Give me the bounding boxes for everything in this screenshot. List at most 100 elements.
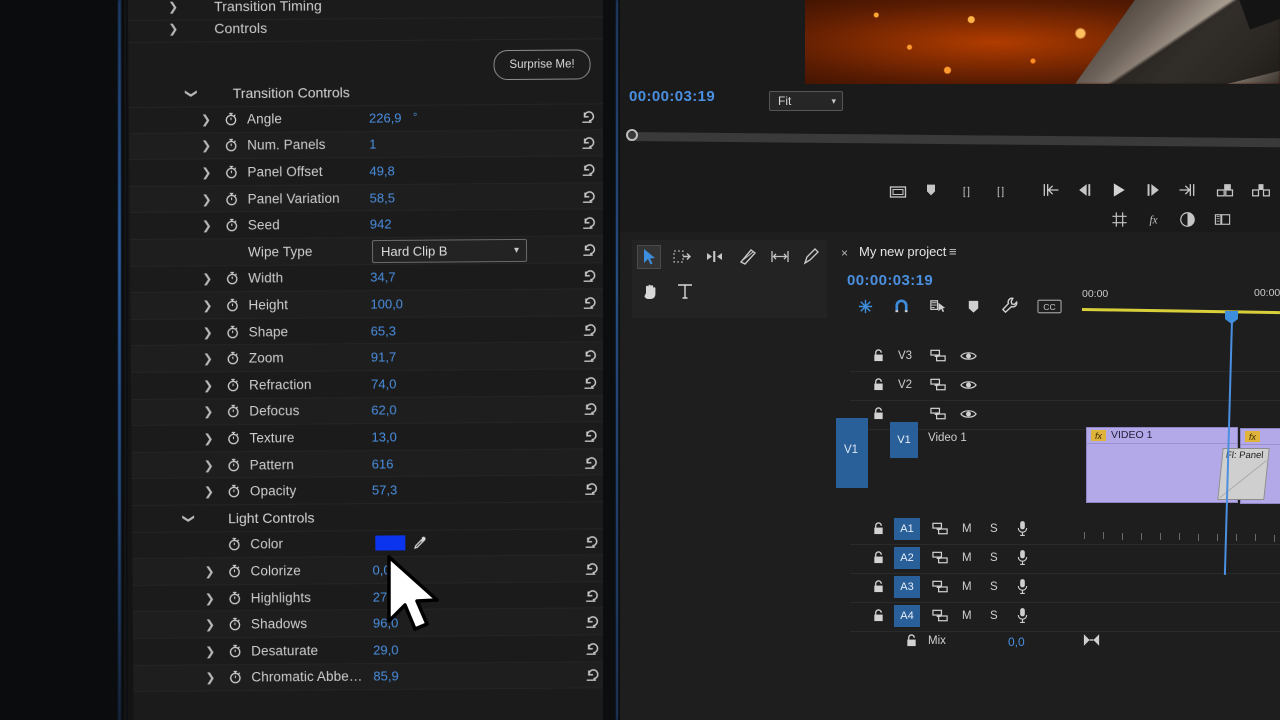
ec-color-swatch[interactable] <box>375 535 406 552</box>
eye-icon[interactable] <box>960 408 977 423</box>
stopwatch-icon[interactable] <box>227 564 241 578</box>
audio-track-target-a2[interactable]: A2 <box>894 547 920 569</box>
stopwatch-icon[interactable] <box>224 112 238 126</box>
ec-wipe-type-select[interactable]: Hard Clip B ▾ <box>371 238 528 264</box>
chevron-right-icon[interactable]: ❯ <box>201 139 211 153</box>
eyedropper-icon[interactable] <box>412 535 428 551</box>
comparison-view-icon[interactable] <box>1178 210 1197 234</box>
lock-icon[interactable] <box>872 407 885 420</box>
stopwatch-icon[interactable] <box>227 538 241 552</box>
ec-row-wipe-type[interactable]: Wipe Type Hard Clip B ▾ <box>129 236 613 267</box>
lock-icon[interactable] <box>872 609 885 622</box>
stopwatch-icon[interactable] <box>227 458 241 472</box>
play-icon[interactable] <box>1108 180 1128 205</box>
selection-tool-icon[interactable] <box>637 245 661 269</box>
ec-property-value[interactable]: 49,8 <box>369 163 394 178</box>
ec-row-color[interactable]: Color <box>132 528 615 560</box>
video-track-name[interactable]: V2 <box>898 379 912 391</box>
chevron-right-icon[interactable]: ❯ <box>203 431 213 445</box>
chevron-right-icon[interactable]: ❯ <box>201 112 211 126</box>
chevron-right-icon[interactable]: ❯ <box>203 405 213 419</box>
reset-parameter-icon[interactable] <box>582 268 598 284</box>
stopwatch-icon[interactable] <box>224 139 238 153</box>
reset-parameter-icon[interactable] <box>583 401 599 417</box>
type-tool-icon[interactable] <box>674 280 696 302</box>
reset-parameter-icon[interactable] <box>585 614 601 630</box>
chevron-right-icon[interactable]: ❯ <box>168 0 178 14</box>
reset-parameter-icon[interactable] <box>581 108 597 124</box>
mute-track-button[interactable]: M <box>962 581 972 593</box>
timeline-tab-label[interactable]: My new project <box>859 244 946 259</box>
stopwatch-icon[interactable] <box>225 298 239 312</box>
ec-property-value[interactable]: 34,7 <box>370 270 395 285</box>
stopwatch-icon[interactable] <box>226 325 240 339</box>
reset-parameter-icon[interactable] <box>584 534 600 550</box>
stopwatch-icon[interactable] <box>225 218 239 232</box>
settings-wrench-icon[interactable] <box>1000 296 1019 320</box>
chevron-right-icon[interactable]: ❯ <box>205 618 215 632</box>
mute-track-button[interactable]: M <box>962 552 972 564</box>
ec-row-highlights[interactable]: ❯ Highlights 27, <box>132 581 615 613</box>
slip-tool-icon[interactable] <box>769 246 791 268</box>
program-monitor-timecode[interactable]: 00:00:03:19 <box>629 88 715 105</box>
ec-row-width[interactable]: ❯ Width 34,7 <box>130 262 613 294</box>
safe-margins-icon[interactable] <box>1110 210 1129 234</box>
lock-icon[interactable] <box>872 522 885 535</box>
ec-section-controls[interactable]: ❯ Controls <box>128 12 611 43</box>
reset-parameter-icon[interactable] <box>585 667 601 683</box>
audio-track-row[interactable]: A2 M S <box>850 545 1280 574</box>
mic-icon[interactable] <box>1016 607 1029 627</box>
ec-property-value[interactable]: 13,0 <box>371 429 396 444</box>
panel-menu-icon[interactable]: ≡ <box>949 244 957 259</box>
ec-row-shadows[interactable]: ❯ Shadows 96,0 <box>132 608 616 640</box>
stopwatch-icon[interactable] <box>228 644 242 658</box>
ec-row-num-panels[interactable]: ❯ Num. Panels 1 <box>129 129 612 161</box>
eye-icon[interactable] <box>960 379 977 394</box>
audio-track-target-a1[interactable]: A1 <box>894 518 920 540</box>
reset-parameter-icon[interactable] <box>582 241 598 257</box>
ec-row-angle[interactable]: ❯ Angle 226,9 ° <box>128 103 612 134</box>
mute-track-button[interactable]: M <box>962 523 972 535</box>
pan-icon[interactable] <box>1082 633 1101 652</box>
marker-sync-icon[interactable] <box>929 298 946 320</box>
ec-row-chromatic-abbe[interactable]: ❯ Chromatic Abbe… 85,9 <box>133 661 616 693</box>
lock-icon[interactable] <box>872 349 885 362</box>
timeline-clip-video1[interactable]: fx VIDEO 1 <box>1086 427 1238 503</box>
eye-icon[interactable] <box>960 350 977 365</box>
lock-icon[interactable] <box>872 551 885 564</box>
ec-row-desaturate[interactable]: ❯ Desaturate 29,0 <box>133 635 616 666</box>
reset-parameter-icon[interactable] <box>582 215 598 231</box>
reset-parameter-icon[interactable] <box>582 188 598 204</box>
chevron-right-icon[interactable]: ❯ <box>205 671 215 685</box>
sync-lock-icon[interactable] <box>930 378 947 395</box>
chevron-right-icon[interactable]: ❯ <box>202 272 212 286</box>
program-monitor-video[interactable] <box>805 0 1280 84</box>
audio-track-row[interactable]: A3 M S <box>850 574 1280 603</box>
mix-value[interactable]: 0,0 <box>1008 635 1025 649</box>
chevron-right-icon[interactable]: ❯ <box>202 192 212 206</box>
ec-property-value[interactable]: 29,0 <box>373 642 398 657</box>
lock-icon[interactable] <box>905 634 918 647</box>
video-track-target-v1[interactable]: V1 <box>890 422 918 458</box>
stopwatch-icon[interactable] <box>224 165 238 179</box>
chevron-down-icon[interactable]: ❯ <box>182 513 196 523</box>
multicam-icon[interactable] <box>1212 210 1233 234</box>
reset-parameter-icon[interactable] <box>583 427 599 443</box>
ec-property-value[interactable]: 226,9 <box>369 110 402 125</box>
reset-parameter-icon[interactable] <box>585 587 601 603</box>
reset-parameter-icon[interactable] <box>581 135 597 151</box>
chevron-right-icon[interactable]: ❯ <box>205 591 215 605</box>
reset-parameter-icon[interactable] <box>585 640 601 656</box>
extract-icon[interactable] <box>1250 180 1272 205</box>
video-track-row[interactable]: V2 <box>850 372 1280 401</box>
ec-property-value[interactable]: 91,7 <box>371 350 396 365</box>
track-select-tool-icon[interactable] <box>671 246 693 268</box>
scrubber-bar[interactable] <box>627 132 1280 148</box>
reset-parameter-icon[interactable] <box>584 454 600 470</box>
go-to-in-icon[interactable] <box>1040 180 1062 205</box>
ec-property-value[interactable]: 100,0 <box>370 296 403 311</box>
razor-tool-icon[interactable] <box>737 246 759 268</box>
ec-property-value[interactable]: 58,5 <box>370 190 395 205</box>
ec-row-refraction[interactable]: ❯ Refraction 74,0 <box>130 369 614 400</box>
audio-track-target-a4[interactable]: A4 <box>894 605 920 627</box>
